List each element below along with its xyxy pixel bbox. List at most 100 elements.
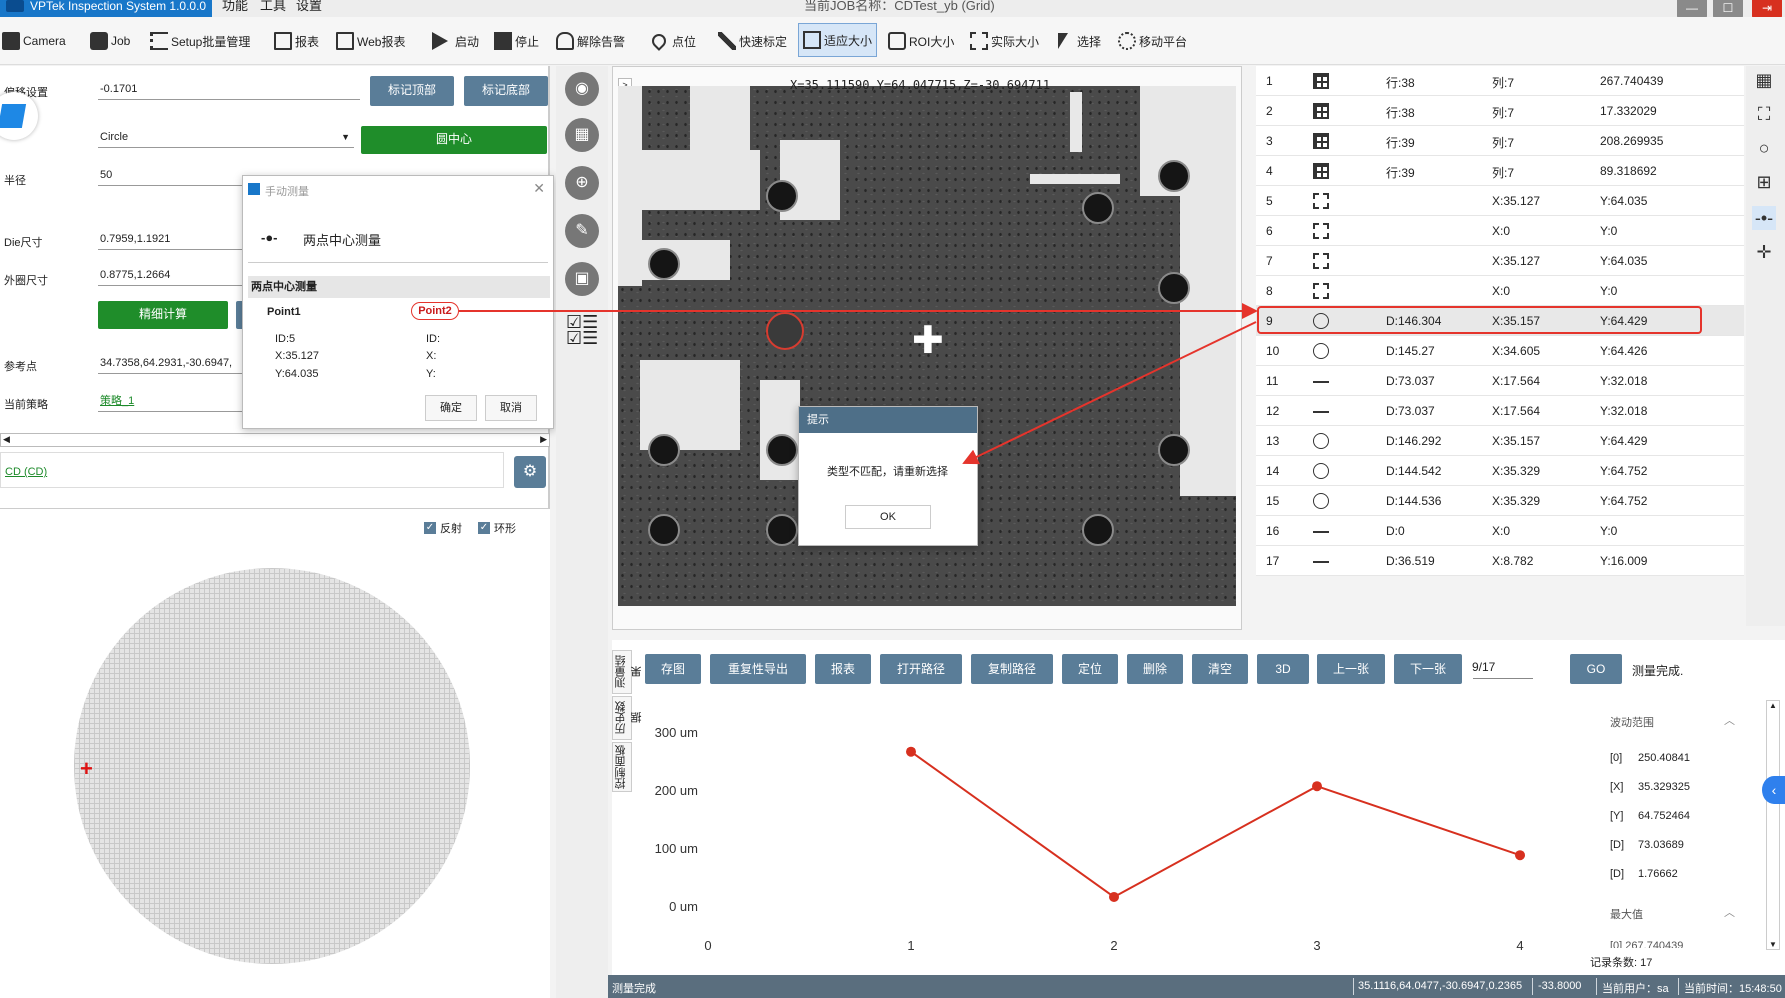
table-row[interactable]: 6 X:0 Y:0 bbox=[1256, 216, 1744, 246]
toolbar-quick-calibrate[interactable]: 快速标定 bbox=[718, 27, 787, 55]
x-tick-label: 3 bbox=[1313, 938, 1320, 953]
wafer-position-marker-icon: + bbox=[80, 756, 93, 781]
mark-top-button[interactable]: 标记顶部 bbox=[370, 76, 454, 106]
toolbar-actual-size[interactable]: 实际大小 bbox=[970, 27, 1039, 55]
clear-button[interactable]: 清空 bbox=[1192, 654, 1248, 684]
radius-input[interactable]: 50 bbox=[98, 166, 244, 186]
popup-cancel-button[interactable]: 取消 bbox=[485, 395, 537, 421]
grid-globe-icon[interactable]: ▦ bbox=[565, 118, 599, 152]
table-row[interactable]: 3 行:39 列:7 208.269935 bbox=[1256, 126, 1744, 156]
circle-center-button[interactable]: 圆中心 bbox=[361, 126, 547, 154]
toolbar-report[interactable]: 报表 bbox=[274, 27, 319, 55]
table-row[interactable]: 2 行:38 列:7 17.332029 bbox=[1256, 96, 1744, 126]
table-cell: X:0 bbox=[1492, 524, 1511, 538]
chevron-up-icon[interactable]: ︿ bbox=[1724, 904, 1735, 920]
chevron-up-icon[interactable]: ︿ bbox=[1724, 712, 1735, 728]
crosshair-tool-icon[interactable]: ✛ bbox=[1752, 240, 1776, 264]
toolbar-clear-alarm[interactable]: 解除告警 bbox=[556, 27, 625, 55]
close-icon[interactable]: ✕ bbox=[533, 180, 545, 197]
table-row[interactable]: 7 X:35.127 Y:64.035 bbox=[1256, 246, 1744, 276]
page-indicator[interactable]: 9/17 bbox=[1472, 660, 1495, 674]
circle-icon[interactable]: ○ bbox=[1752, 136, 1776, 160]
ring-checkbox[interactable]: ✓ 环形 bbox=[478, 520, 516, 536]
cd-link[interactable]: CD (CD) bbox=[5, 466, 47, 478]
data-point[interactable] bbox=[1515, 850, 1525, 861]
table-row[interactable]: 4 行:39 列:7 89.318692 bbox=[1256, 156, 1744, 186]
selected-circle-marker[interactable] bbox=[766, 312, 804, 350]
toolbar-points[interactable]: 点位 bbox=[649, 27, 697, 55]
toolbar-label: ROI大小 bbox=[909, 34, 955, 49]
table-row[interactable]: 5 X:35.127 Y:64.035 bbox=[1256, 186, 1744, 216]
die-size-input[interactable]: 0.7959,1.1921 bbox=[98, 230, 244, 250]
toolbar-fit-size[interactable]: 适应大小 bbox=[798, 23, 878, 57]
dialog-ok-button[interactable]: OK bbox=[845, 505, 931, 529]
wafer-map[interactable] bbox=[74, 568, 470, 964]
prev-button[interactable]: 上一张 bbox=[1317, 654, 1385, 684]
strategy-link[interactable]: 策略_1 bbox=[98, 392, 244, 412]
point2-label[interactable]: Point2 bbox=[411, 302, 459, 320]
collapse-chevron-icon[interactable]: ‹ bbox=[1762, 776, 1785, 804]
two-point-icon[interactable]: -•- bbox=[1752, 206, 1776, 230]
focus-icon[interactable]: ⛶ bbox=[1752, 102, 1776, 126]
data-point[interactable] bbox=[906, 746, 916, 757]
toolbar-move-stage[interactable]: 移动平台 bbox=[1118, 27, 1187, 55]
grid-measure-icon[interactable]: ▦ bbox=[1752, 68, 1776, 92]
tab-history[interactable]: 历史数据 bbox=[612, 696, 643, 740]
tab-measure-results[interactable]: 测量结果 bbox=[612, 650, 643, 694]
calibration-icon[interactable]: ✎ bbox=[565, 214, 599, 248]
toolbar-start[interactable]: 启动 bbox=[432, 27, 479, 55]
scan-icon[interactable]: ⊕ bbox=[565, 166, 599, 200]
settings-gear-icon[interactable]: ⚙ bbox=[514, 456, 546, 488]
data-point[interactable] bbox=[1312, 781, 1322, 792]
reflect-checkbox[interactable]: ✓ 反射 bbox=[424, 520, 462, 536]
table-row[interactable]: 11 D:73.037 X:17.564 Y:32.018 bbox=[1256, 366, 1744, 396]
popup-ok-button[interactable]: 确定 bbox=[425, 395, 477, 421]
toolbar-roi-size[interactable]: ROI大小 bbox=[888, 27, 954, 55]
horizontal-scrollbar[interactable]: ◀ ▶ bbox=[0, 433, 550, 447]
table-row[interactable]: 12 D:73.037 X:17.564 Y:32.018 bbox=[1256, 396, 1744, 426]
mark-bottom-button[interactable]: 标记底部 bbox=[464, 76, 548, 106]
toolbar-label: 点位 bbox=[672, 34, 697, 49]
report-button[interactable]: 报表 bbox=[815, 654, 871, 684]
table-row[interactable]: 14 D:144.542 X:35.329 Y:64.752 bbox=[1256, 456, 1744, 486]
point1-label[interactable]: Point1 bbox=[267, 306, 301, 318]
data-point[interactable] bbox=[1109, 891, 1119, 902]
copy-path-button[interactable]: 复制路径 bbox=[971, 654, 1053, 684]
stats-scrollbar[interactable]: ▲ ▼ bbox=[1766, 700, 1780, 950]
fine-calc-button[interactable]: 精细计算 bbox=[98, 301, 228, 329]
offset-input[interactable]: -0.1701 bbox=[98, 80, 360, 100]
tab-control-panel[interactable]: 控制面板 bbox=[612, 742, 632, 792]
table-row[interactable]: 17 D:36.519 X:8.782 Y:16.009 bbox=[1256, 546, 1744, 576]
delete-button[interactable]: 删除 bbox=[1127, 654, 1183, 684]
table-cell: X:8.782 bbox=[1492, 554, 1534, 568]
reference-point-input[interactable]: 34.7358,64.2931,-30.6947, bbox=[98, 354, 244, 374]
repeatability-export-button[interactable]: 重复性导出 bbox=[710, 654, 806, 684]
table-row[interactable]: 8 X:0 Y:0 bbox=[1256, 276, 1744, 306]
camera-icon[interactable]: ◉ bbox=[565, 72, 599, 106]
locate-button[interactable]: 定位 bbox=[1062, 654, 1118, 684]
toolbar-camera[interactable]: Camera bbox=[2, 27, 66, 55]
go-button[interactable]: GO bbox=[1570, 654, 1622, 684]
table-row[interactable]: 13 D:146.292 X:35.157 Y:64.429 bbox=[1256, 426, 1744, 456]
table-row[interactable]: 1 行:38 列:7 267.740439 bbox=[1256, 66, 1744, 96]
center-point-icon[interactable]: ⊞ bbox=[1752, 170, 1776, 194]
outer-size-input[interactable]: 0.8775,1.2664 bbox=[98, 266, 244, 286]
toolbar-web-report[interactable]: Web报表 bbox=[336, 27, 405, 55]
menu-tools[interactable]: 工具 bbox=[260, 0, 286, 12]
menu-settings[interactable]: 设置 bbox=[296, 0, 322, 12]
toolbar-setup-batch[interactable]: Setup批量管理 bbox=[150, 27, 250, 55]
3d-button[interactable]: 3D bbox=[1257, 654, 1309, 684]
shape-select[interactable]: Circle ▼ bbox=[98, 128, 354, 148]
toolbar-job[interactable]: Job bbox=[90, 27, 130, 55]
table-row[interactable]: 10 D:145.27 X:34.605 Y:64.426 bbox=[1256, 336, 1744, 366]
image-icon[interactable]: ▣ bbox=[565, 262, 599, 296]
toolbar-stop[interactable]: 停止 bbox=[494, 27, 539, 55]
table-row[interactable]: 15 D:144.536 X:35.329 Y:64.752 bbox=[1256, 486, 1744, 516]
toolbar-select[interactable]: 选择 bbox=[1058, 27, 1101, 55]
save-image-button[interactable]: 存图 bbox=[645, 654, 701, 684]
next-button[interactable]: 下一张 bbox=[1394, 654, 1462, 684]
table-row[interactable]: 16 D:0 X:0 Y:0 bbox=[1256, 516, 1744, 546]
open-path-button[interactable]: 打开路径 bbox=[880, 654, 962, 684]
checklist-icon[interactable]: ☑☰ ☑☰ bbox=[566, 313, 598, 347]
menu-function[interactable]: 功能 bbox=[222, 0, 248, 12]
